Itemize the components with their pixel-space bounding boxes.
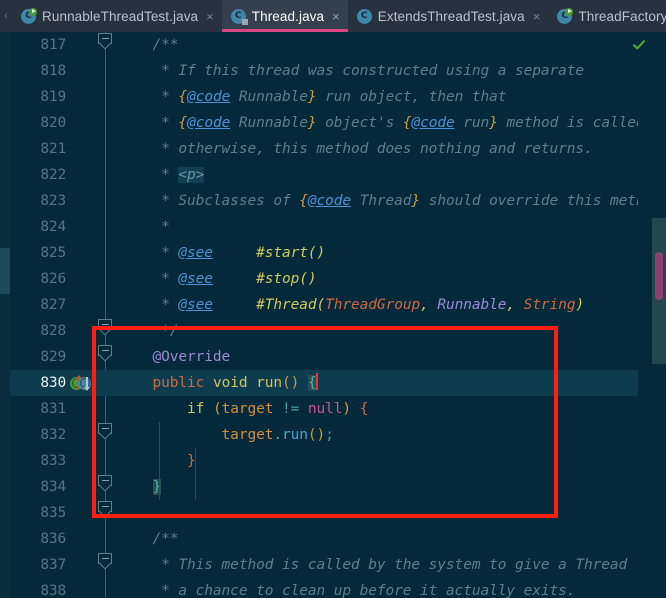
error-stripe-gutter[interactable] — [638, 32, 652, 598]
line-number: 835 — [40, 505, 66, 521]
line-number: 837 — [40, 557, 66, 573]
code-line-row[interactable]: 837 * This method is called by the syste… — [0, 552, 666, 578]
editor-tab-bar: ‹ C RunnableThreadTest.java × C Thread.j… — [0, 0, 666, 32]
line-number: 825 — [40, 245, 66, 261]
line-content: /** — [118, 37, 179, 53]
tab-close-icon[interactable]: × — [332, 10, 340, 23]
code-line-row[interactable]: 827 * @see #Thread(ThreadGroup, Runnable… — [0, 292, 666, 318]
line-content: * @see #start() — [118, 245, 326, 261]
editor-tab-extendsthreadtest[interactable]: C ExtendsThreadTest.java × — [348, 0, 549, 32]
code-lines: 817 /** 818 * If this thread was constru… — [0, 32, 666, 598]
line-content: target.run(); — [118, 427, 334, 443]
line-content: public void run() { — [118, 373, 318, 391]
indent-guide — [195, 448, 196, 500]
java-class-icon: C — [356, 8, 372, 24]
line-content: * a chance to clean up before it actuall… — [118, 583, 576, 598]
java-class-file-icon: C — [230, 8, 248, 25]
indent-guide — [159, 422, 160, 500]
tab-close-icon[interactable]: × — [533, 10, 541, 23]
line-number: 824 — [40, 219, 66, 235]
vertical-scrollbar[interactable] — [652, 32, 666, 598]
scrollbar-thumb[interactable] — [655, 252, 663, 300]
line-content: * @see #Thread(ThreadGroup, Runnable, St… — [118, 297, 585, 313]
code-line-row[interactable]: 819 * {@code Runnable} run object, then … — [0, 84, 666, 110]
line-number: 830 — [40, 375, 66, 391]
line-number: 821 — [40, 141, 66, 157]
editor-tab-threadfactorytest[interactable]: C ThreadFactoryTe — [548, 0, 666, 32]
code-line-row[interactable]: 821 * otherwise, this method does nothin… — [0, 136, 666, 162]
idea-editor-window: ‹ C RunnableThreadTest.java × C Thread.j… — [0, 0, 666, 598]
line-content: * Subclasses of {@code Thread} should ov… — [118, 193, 666, 209]
editor-tab-label: Thread.java — [251, 8, 325, 24]
code-line-row[interactable]: 826 * @see #stop() — [0, 266, 666, 292]
line-number: 838 — [40, 583, 66, 598]
code-line-row[interactable]: 823 * Subclasses of {@code Thread} shoul… — [0, 188, 666, 214]
line-number: 832 — [40, 427, 66, 443]
line-number: 831 — [40, 401, 66, 417]
line-content: */ — [118, 323, 179, 339]
code-line-row[interactable]: 835 — [0, 500, 666, 526]
line-number: 834 — [40, 479, 66, 495]
line-number: 817 — [40, 37, 66, 53]
code-line-row[interactable]: 818 * If this thread was constructed usi… — [0, 58, 666, 84]
line-number: 819 — [40, 89, 66, 105]
line-content: * — [118, 219, 170, 235]
line-content: * @see #stop() — [118, 271, 317, 287]
line-number: 826 — [40, 271, 66, 287]
line-content: * <p> — [118, 167, 205, 183]
code-editor[interactable]: 817 /** 818 * If this thread was constru… — [0, 32, 666, 598]
code-line-row[interactable]: 828 */ — [0, 318, 666, 344]
code-line-row[interactable]: 817 /** — [0, 32, 666, 58]
editor-tab-label: RunnableThreadTest.java — [42, 8, 199, 24]
editor-tab-thread[interactable]: C Thread.java × — [221, 0, 348, 32]
line-content: /** — [118, 531, 179, 547]
line-content: * {@code Runnable} object's {@code run} … — [118, 115, 654, 131]
code-line-row[interactable]: 820 * {@code Runnable} object's {@code r… — [0, 110, 666, 136]
code-line-row[interactable]: 831 if (target != null) { — [0, 396, 666, 422]
line-content: * If this thread was constructed using a… — [118, 63, 585, 79]
line-number: 828 — [40, 323, 66, 339]
line-number: 836 — [40, 531, 66, 547]
tab-close-icon[interactable]: × — [206, 10, 214, 23]
line-number: 818 — [40, 63, 66, 79]
line-content: } — [152, 479, 162, 495]
line-content: * This method is called by the system to… — [118, 557, 628, 573]
code-line-row[interactable]: 832 target.run(); — [0, 422, 666, 448]
java-class-runnable-icon: C — [21, 7, 37, 24]
line-number: 833 — [40, 453, 66, 469]
line-number: 820 — [40, 115, 66, 131]
line-content: * {@code Runnable} run object, then that — [118, 89, 507, 105]
line-number: 827 — [40, 297, 66, 313]
line-number: 829 — [40, 349, 66, 365]
code-line-row[interactable]: 822 * <p> — [0, 162, 666, 188]
code-line-row[interactable]: 833 } — [0, 448, 666, 474]
line-number: 822 — [40, 167, 66, 183]
inspection-ok-check-icon[interactable] — [632, 38, 646, 52]
code-line-row[interactable]: 829 @Override — [0, 344, 666, 370]
code-line-row[interactable]: 834 } — [0, 474, 666, 500]
editor-tab-label: ExtendsThreadTest.java — [377, 8, 525, 24]
editor-tab-label: ThreadFactoryTe — [578, 8, 666, 24]
java-class-runnable-icon: C — [557, 7, 574, 24]
line-number: 823 — [40, 193, 66, 209]
line-content: @Override — [118, 349, 231, 365]
tab-scroll-left-button[interactable]: ‹ — [0, 0, 12, 32]
line-content: } — [118, 453, 196, 469]
editor-tab-runnablethreadtest[interactable]: C RunnableThreadTest.java × — [12, 0, 222, 32]
overriding-method-icon[interactable] — [78, 376, 91, 391]
code-line-row-current[interactable]: 830 public void run() { — [0, 370, 666, 396]
line-content: if (target != null) { — [118, 401, 369, 417]
code-line-row[interactable]: 824 * — [0, 214, 666, 240]
code-line-row[interactable]: 838 * a chance to clean up before it act… — [0, 578, 666, 598]
code-line-row[interactable]: 825 * @see #start() — [0, 240, 666, 266]
code-line-row[interactable]: 836 /** — [0, 526, 666, 552]
line-content: * otherwise, this method does nothing an… — [118, 141, 593, 157]
